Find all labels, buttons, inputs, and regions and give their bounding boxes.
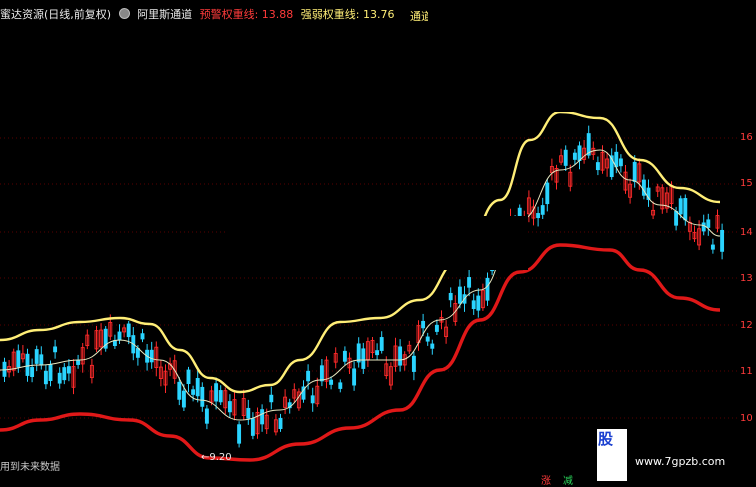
candle-body[interactable]	[269, 394, 274, 403]
candle-body[interactable]	[471, 300, 476, 310]
candle-body[interactable]	[57, 372, 62, 384]
candle-body[interactable]	[467, 277, 472, 288]
candle-body[interactable]	[577, 145, 582, 161]
candle-body[interactable]	[25, 353, 30, 376]
candle-body[interactable]	[352, 368, 357, 386]
candle-body[interactable]	[135, 348, 140, 358]
axis-label-15: 15	[740, 178, 753, 189]
mid-line	[0, 149, 721, 421]
candle-body[interactable]	[76, 359, 81, 365]
warning-line-value: 预警权重线: 13.88	[199, 8, 294, 21]
candle-body[interactable]	[342, 350, 347, 362]
candle-body[interactable]	[678, 198, 683, 215]
future-data-note: 用到未来数据	[0, 462, 60, 473]
candle-body[interactable]	[425, 336, 430, 342]
candle-body[interactable]	[2, 361, 7, 377]
candle-body[interactable]	[421, 320, 426, 329]
candle-body[interactable]	[39, 354, 44, 366]
redacted-area-top-right	[428, 0, 756, 112]
low-price-value: 9.20	[209, 452, 232, 463]
candle-body[interactable]	[356, 343, 361, 363]
candle-body[interactable]	[457, 286, 462, 304]
candle-body[interactable]	[632, 161, 637, 182]
candle-body[interactable]	[48, 364, 53, 382]
axis-label-11: 11	[740, 366, 753, 377]
candle-body[interactable]	[710, 244, 715, 250]
redacted-area-middle	[228, 216, 528, 270]
candle-body[interactable]	[411, 355, 416, 372]
candle-body[interactable]	[112, 340, 117, 347]
candle-body[interactable]	[618, 158, 623, 167]
candle-body[interactable]	[540, 205, 545, 215]
candle-body[interactable]	[338, 382, 343, 389]
candle-body[interactable]	[545, 182, 550, 205]
candle-body[interactable]	[706, 219, 711, 228]
axis-label-12: 12	[740, 320, 753, 331]
candle-body[interactable]	[218, 390, 223, 403]
axis-label-14: 14	[740, 227, 753, 238]
candle-body[interactable]	[177, 381, 182, 400]
candle-body[interactable]	[204, 408, 209, 424]
candle-body[interactable]	[720, 229, 725, 252]
axis-label-13: 13	[740, 273, 753, 284]
candle-body[interactable]	[485, 277, 490, 301]
candle-body[interactable]	[361, 348, 366, 369]
candle-body[interactable]	[227, 401, 232, 413]
candle-body[interactable]	[476, 295, 481, 311]
candle-body[interactable]	[379, 337, 384, 351]
candle-body[interactable]	[149, 349, 154, 363]
indicator-settings-icon[interactable]	[118, 8, 130, 19]
candle-body[interactable]	[195, 378, 200, 397]
watermark-logo: 股	[597, 429, 627, 481]
candle-body[interactable]	[310, 395, 315, 404]
indicator-name[interactable]: 阿里斯通道	[137, 8, 192, 21]
candle-body[interactable]	[306, 370, 311, 382]
chart-header: 蜜达资源(日线,前复权) 阿里斯通道 预警权重线: 13.88 强弱权重线: 1…	[0, 6, 399, 22]
candle-body[interactable]	[53, 346, 58, 353]
candle-body[interactable]	[398, 346, 403, 366]
candle-body[interactable]	[448, 292, 453, 301]
candle-body[interactable]	[126, 323, 131, 338]
candle-body[interactable]	[250, 418, 255, 436]
candle-body[interactable]	[319, 365, 324, 382]
candle-body[interactable]	[186, 369, 191, 385]
low-price-marker: ←9.20	[201, 452, 232, 463]
candle-body[interactable]	[563, 149, 568, 166]
tab-up[interactable]: 涨	[541, 472, 551, 487]
candle-body[interactable]	[62, 367, 67, 381]
stock-title: 蜜达资源(日线,前复权)	[0, 8, 112, 21]
candle-body[interactable]	[246, 407, 251, 419]
candle-body[interactable]	[214, 383, 219, 402]
candle-body[interactable]	[200, 386, 205, 407]
candle-body[interactable]	[260, 409, 265, 425]
candle-body[interactable]	[16, 350, 21, 368]
watermark-url: www.7gpzb.com	[635, 455, 726, 468]
candle-body[interactable]	[701, 222, 706, 232]
candle-body[interactable]	[536, 213, 541, 219]
candle-body[interactable]	[434, 324, 439, 332]
axis-label-16: 16	[740, 132, 753, 143]
candle-body[interactable]	[329, 379, 334, 385]
candle-body[interactable]	[181, 390, 186, 408]
candle-body[interactable]	[43, 370, 48, 385]
candle-body[interactable]	[191, 389, 196, 395]
strength-line-value: 强弱权重线: 13.76	[300, 8, 395, 21]
candle-body[interactable]	[595, 162, 600, 171]
candle-body[interactable]	[66, 366, 71, 374]
candle-body[interactable]	[140, 333, 145, 340]
candle-body[interactable]	[572, 152, 577, 160]
candle-body[interactable]	[278, 417, 283, 430]
candle-body[interactable]	[375, 350, 380, 356]
candle-body[interactable]	[683, 198, 688, 221]
axis-label-10: 10	[740, 413, 753, 424]
candle-body[interactable]	[30, 367, 35, 377]
candle-body[interactable]	[674, 210, 679, 226]
candle-body[interactable]	[237, 424, 242, 444]
candle-body[interactable]	[34, 349, 39, 364]
candle-body[interactable]	[430, 343, 435, 349]
tab-down[interactable]: 减	[563, 472, 573, 487]
watermark: 股 www.7gpzb.com	[597, 427, 756, 487]
candle-body[interactable]	[117, 331, 122, 341]
